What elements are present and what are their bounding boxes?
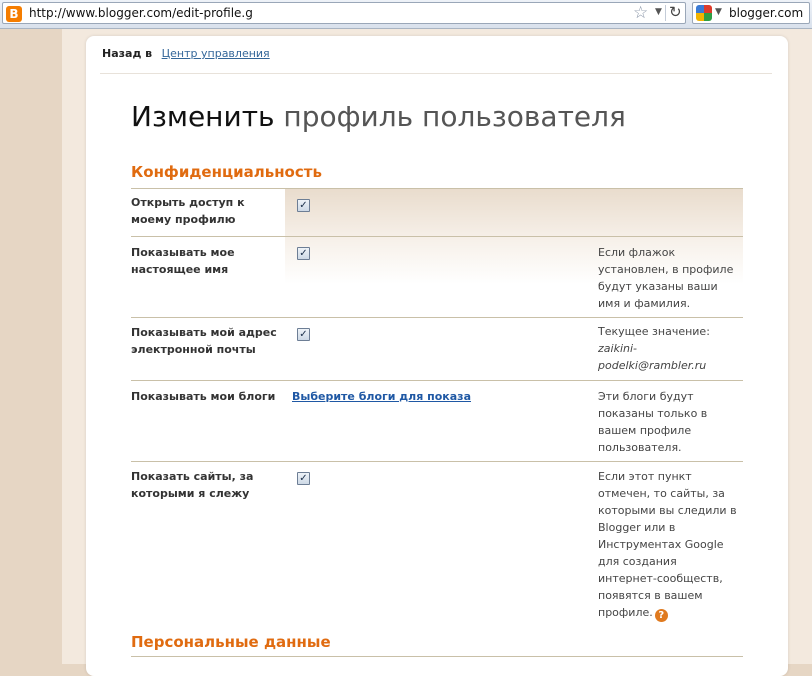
setting-help: Если этот пункт отмечен, то сайты, за ко…: [598, 468, 738, 622]
divider: [665, 5, 666, 21]
blogger-icon: B: [6, 6, 22, 22]
setting-label: Показать сайты, за которыми я слежу: [131, 470, 254, 500]
share-profile-checkbox[interactable]: ✓: [297, 199, 310, 212]
setting-help: Если флажок установлен, в профиле будут …: [598, 246, 734, 310]
page-title-main: Изменить: [131, 100, 275, 133]
setting-label: Показывать мое настоящее имя: [131, 246, 235, 276]
back-label: Назад в: [102, 47, 153, 60]
search-engine-dropdown-icon[interactable]: ▼: [715, 7, 722, 17]
divider: [131, 656, 743, 657]
current-email: zaikini-podelki@rambler.ru: [598, 342, 707, 372]
setting-label: Показывать мой адрес электронной почты: [131, 326, 277, 356]
choose-blogs-link[interactable]: Выберите блоги для показа: [292, 390, 471, 403]
search-engine-label[interactable]: blogger.com: [729, 6, 803, 20]
privacy-heading: Конфиденциальность: [131, 163, 322, 181]
profile-card: Назад в Центр управления Изменить профил…: [86, 36, 788, 676]
reload-icon[interactable]: ↻: [669, 3, 682, 21]
followed-sites-help-text: Если этот пункт отмечен, то сайты, за ко…: [598, 470, 737, 619]
breadcrumb: Назад в Центр управления: [102, 47, 270, 60]
email-help-text: Текущее значение:: [598, 325, 710, 338]
privacy-settings: Открыть доступ к моему профилю ✓ Показыв…: [131, 188, 743, 622]
page-title-sub: профиль пользователя: [283, 100, 626, 133]
dashboard-link[interactable]: Центр управления: [162, 47, 270, 60]
setting-label: Открыть доступ к моему профилю: [131, 196, 245, 226]
setting-row-share-profile: Открыть доступ к моему профилю ✓: [131, 188, 743, 284]
help-icon[interactable]: ?: [654, 609, 668, 622]
email-checkbox[interactable]: ✓: [297, 328, 310, 341]
setting-help: Эти блоги будут показаны только в вашем …: [598, 390, 708, 454]
setting-help: Текущее значение: zaikini-podelki@ramble…: [598, 323, 738, 374]
divider: [100, 73, 772, 74]
setting-label: Показывать мои блоги: [131, 390, 276, 403]
chevron-down-icon[interactable]: ▼: [655, 7, 662, 17]
address-bar[interactable]: B http://www.blogger.com/edit-profile.g …: [2, 2, 686, 24]
personal-data-heading: Персональные данные: [131, 633, 331, 651]
followed-sites-checkbox[interactable]: ✓: [297, 472, 310, 485]
real-name-checkbox[interactable]: ✓: [297, 247, 310, 260]
url-text[interactable]: http://www.blogger.com/edit-profile.g: [29, 6, 253, 20]
browser-toolbar: B http://www.blogger.com/edit-profile.g …: [0, 0, 812, 29]
page-background: [0, 29, 62, 664]
setting-row-real-name: Показывать мое настоящее имя ✓ Если флаж…: [131, 236, 743, 317]
search-bar[interactable]: ▼ blogger.com: [692, 2, 810, 24]
page-title: Изменить профиль пользователя: [131, 100, 626, 133]
setting-row-followed-sites: Показать сайты, за которыми я слежу ✓ Ес…: [131, 461, 743, 622]
setting-row-blogs: Показывать мои блоги Выберите блоги для …: [131, 380, 743, 461]
star-icon[interactable]: ☆: [633, 3, 648, 23]
google-icon[interactable]: [696, 5, 712, 21]
setting-row-email: Показывать мой адрес электронной почты ✓…: [131, 317, 743, 380]
